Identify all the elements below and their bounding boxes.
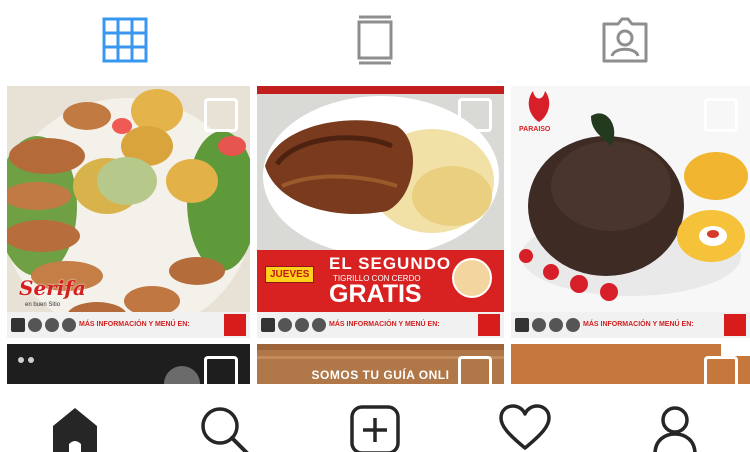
tab-feed[interactable] <box>250 0 500 80</box>
nav-search[interactable] <box>150 384 300 452</box>
app-badge <box>724 314 746 336</box>
promo-offer: GRATIS <box>329 280 422 308</box>
post-tile[interactable]: SOMOS TU GUÍA ONLI <box>257 344 504 384</box>
post-brand-subtitle: en buen Sitio <box>25 302 61 308</box>
carousel-icon <box>704 356 738 384</box>
profile-icon <box>653 406 697 452</box>
post-tile[interactable]: JUEVES EL SEGUNDO TIGRILLO CON CERDO GRA… <box>257 86 504 338</box>
carousel-icon <box>204 98 238 132</box>
nav-new-post[interactable] <box>300 384 450 452</box>
bottom-navigation <box>0 384 750 452</box>
app-badge <box>478 314 500 336</box>
footer-text: MÁS INFORMACIÓN Y MENÚ EN: <box>583 321 694 328</box>
home-icon <box>53 408 97 452</box>
post-tile[interactable]: Serifa en buen Sitio MÁS INFORMACIÓN Y M… <box>7 86 250 338</box>
post-tile[interactable] <box>7 344 250 384</box>
nav-activity[interactable] <box>450 384 600 452</box>
sponsor-logo <box>62 318 76 332</box>
sponsor-logo <box>11 318 25 332</box>
post-footer-strip: MÁS INFORMACIÓN Y MENÚ EN: <box>511 312 750 338</box>
add-post-icon <box>350 405 400 452</box>
footer-text: MÁS INFORMACIÓN Y MENÚ EN: <box>329 321 440 328</box>
restaurant-logo <box>452 258 492 298</box>
post-footer-strip: MÁS INFORMACIÓN Y MENÚ EN: <box>257 312 504 338</box>
app-badge <box>224 314 246 336</box>
nav-home[interactable] <box>0 384 150 452</box>
sponsor-logo <box>312 318 326 332</box>
sponsor-logo <box>515 318 529 332</box>
promo-banner: JUEVES EL SEGUNDO TIGRILLO CON CERDO GRA… <box>257 250 504 312</box>
carousel-icon <box>458 98 492 132</box>
grid-icon <box>102 17 148 63</box>
tab-tagged[interactable] <box>500 0 750 80</box>
nav-profile[interactable] <box>600 384 750 452</box>
post-tile[interactable] <box>511 344 750 384</box>
list-icon <box>357 15 393 65</box>
sponsor-logo <box>566 318 580 332</box>
sponsor-logo <box>532 318 546 332</box>
search-icon <box>201 407 249 452</box>
post-brand-logo: PARAISO <box>519 126 551 133</box>
promo-headline: EL SEGUNDO <box>329 254 452 273</box>
sponsor-logo <box>261 318 275 332</box>
post-footer-strip: MÁS INFORMACIÓN Y MENÚ EN: <box>7 312 250 338</box>
footer-text: MÁS INFORMACIÓN Y MENÚ EN: <box>79 321 190 328</box>
sponsor-logo <box>28 318 42 332</box>
tab-grid[interactable] <box>0 0 250 80</box>
carousel-icon <box>204 356 238 384</box>
profile-tab-bar <box>0 0 750 80</box>
tagged-person-icon <box>602 17 648 63</box>
carousel-icon <box>458 356 492 384</box>
sponsor-logo <box>549 318 563 332</box>
post-brand-logo: Serifa <box>19 276 86 300</box>
sponsor-logo <box>295 318 309 332</box>
carousel-icon <box>704 98 738 132</box>
sponsor-logo <box>278 318 292 332</box>
sponsor-logo <box>45 318 59 332</box>
post-tile[interactable]: PARAISO MÁS INFORMACIÓN Y MENÚ EN: <box>511 86 750 338</box>
promo-day-tag: JUEVES <box>265 266 315 283</box>
heart-icon <box>499 404 551 450</box>
